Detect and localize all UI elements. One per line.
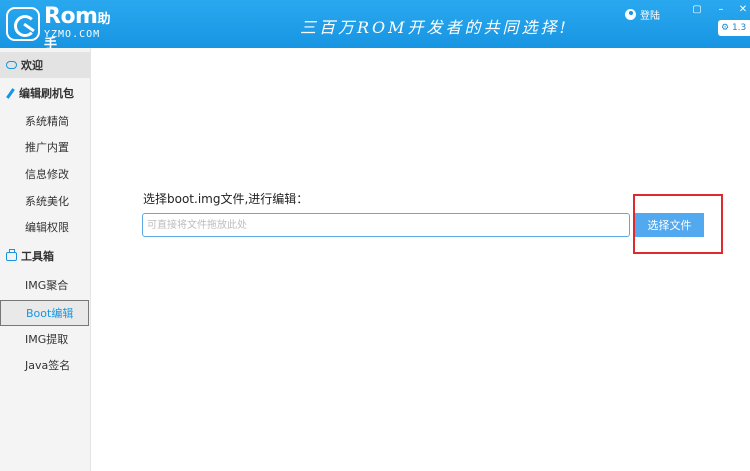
close-icon[interactable]: ✕ xyxy=(736,4,750,16)
logo-subtitle: YZMO.COM xyxy=(44,29,101,40)
sidebar-section-toolbox[interactable]: 工具箱 xyxy=(0,243,90,269)
login-label: 登陆 xyxy=(640,11,660,22)
sidebar-section-label: 编辑刷机包 xyxy=(19,87,74,100)
user-icon xyxy=(625,9,636,20)
tools-button[interactable]: ⚙ 1.3 xyxy=(718,20,750,36)
app-logo: Rom助手 YZMO.COM xyxy=(6,4,118,52)
sidebar-item-system-slim[interactable]: 系统精简 xyxy=(0,108,90,134)
sidebar-item-boot-edit[interactable]: Boot编辑 xyxy=(0,300,89,326)
highlight-annotation xyxy=(633,194,723,254)
sidebar-section-edit[interactable]: 编辑刷机包 xyxy=(0,80,90,106)
tools-button-label: 1.3 xyxy=(731,23,747,33)
sidebar-item-promo-builtin[interactable]: 推广内置 xyxy=(0,134,90,160)
sidebar-item-img-merge[interactable]: IMG聚合 xyxy=(0,272,90,298)
login-link[interactable]: 登陆 xyxy=(625,7,660,22)
sidebar: 欢迎 编辑刷机包 系统精简 推广内置 信息修改 系统美化 编辑权限 工具箱 IM… xyxy=(0,48,91,471)
title-bar[interactable]: Rom助手 YZMO.COM 三百万ROM开发者的共同选择! 登陆 ▢ – ✕ … xyxy=(0,0,750,52)
sidebar-item-welcome[interactable]: 欢迎 xyxy=(0,52,90,78)
sidebar-section-label: 工具箱 xyxy=(21,250,54,263)
sidebar-item-edit-permissions[interactable]: 编辑权限 xyxy=(0,214,90,240)
sidebar-item-system-beautify[interactable]: 系统美化 xyxy=(0,188,90,214)
sidebar-item-info-modify[interactable]: 信息修改 xyxy=(0,161,90,187)
logo-icon xyxy=(6,7,40,41)
restore-icon[interactable]: ▢ xyxy=(690,4,704,16)
pen-icon xyxy=(6,87,15,99)
file-prompt-label: 选择boot.img文件,进行编辑： xyxy=(143,192,309,206)
sidebar-item-label: 欢迎 xyxy=(21,59,43,72)
minimize-icon[interactable]: – xyxy=(714,4,728,16)
app-window: Rom助手 YZMO.COM 三百万ROM开发者的共同选择! 登陆 ▢ – ✕ … xyxy=(0,0,750,471)
file-path-input[interactable] xyxy=(142,213,630,237)
sidebar-item-img-extract[interactable]: IMG提取 xyxy=(0,326,90,352)
cloud-icon xyxy=(6,61,17,69)
toolbox-icon xyxy=(6,248,17,261)
sidebar-item-java-sign[interactable]: Java签名 xyxy=(0,352,90,378)
app-slogan: 三百万ROM开发者的共同选择! xyxy=(300,18,569,37)
